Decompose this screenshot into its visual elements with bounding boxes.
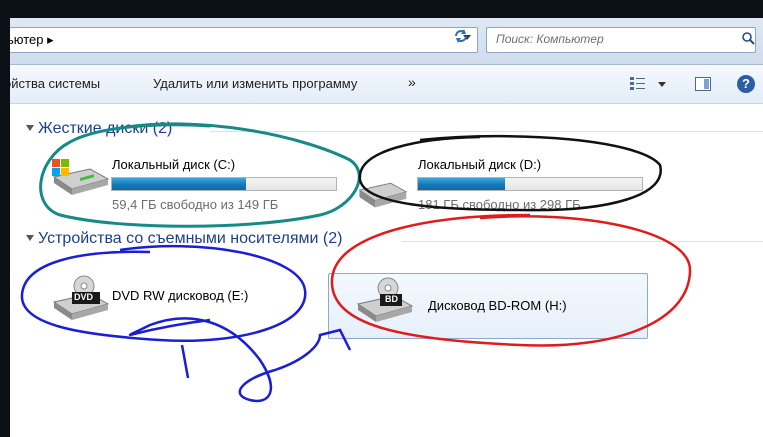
refresh-icon[interactable]	[450, 27, 472, 49]
drive-name: Локальный диск (C:)	[112, 157, 236, 172]
collapse-arrow-icon[interactable]	[26, 235, 34, 241]
uninstall-program-button[interactable]: Удалить или изменить программу	[153, 76, 357, 91]
command-bar: ойства системы Удалить или изменить прог…	[10, 65, 763, 104]
drive-usage-bar	[417, 177, 643, 191]
drive-name: DVD RW дисковод (E:)	[112, 288, 249, 303]
change-view-icon[interactable]	[630, 77, 646, 91]
search-icon[interactable]	[741, 31, 755, 45]
explorer-window: ьютер ▸ ойства системы Удалить или измен…	[10, 18, 763, 437]
bd-logo: BD	[385, 294, 398, 304]
bd-drive-icon	[356, 277, 414, 322]
drive-name: Локальный диск (D:)	[418, 157, 542, 172]
address-path[interactable]: ьютер ▸	[10, 32, 54, 48]
help-icon[interactable]: ?	[737, 75, 755, 93]
hard-drive-icon	[358, 182, 408, 208]
search-box[interactable]	[486, 27, 756, 53]
system-properties-button[interactable]: ойства системы	[10, 76, 100, 91]
group-header-hard-disks[interactable]: Жесткие диски (2)	[26, 120, 172, 138]
group-divider	[210, 131, 763, 132]
drive-usage-bar	[111, 177, 337, 191]
drive-usage-fill	[418, 178, 506, 190]
search-input[interactable]	[494, 31, 728, 47]
drive-free-space: 59,4 ГБ свободно из 149 ГБ	[112, 197, 279, 212]
drive-name: Дисковод BD-ROM (H:)	[428, 298, 567, 313]
file-list: Жесткие диски (2) Локальный диск (C:) 59…	[10, 104, 763, 437]
view-options-dropdown-icon[interactable]	[658, 82, 666, 87]
address-row: ьютер ▸	[10, 18, 763, 65]
group-divider	[402, 241, 763, 242]
toolbar-more-button[interactable]: »	[408, 74, 416, 90]
preview-pane-icon[interactable]	[695, 77, 711, 91]
group-header-removable[interactable]: Устройства со съемными носителями (2)	[26, 230, 342, 248]
collapse-arrow-icon[interactable]	[26, 125, 34, 131]
dvd-logo: DVD	[74, 292, 94, 302]
drive-free-space: 181 ГБ свободно из 298 ГБ	[418, 197, 581, 212]
windows-drive-icon	[52, 159, 110, 195]
address-bar[interactable]: ьютер ▸	[10, 27, 478, 53]
drive-usage-fill	[112, 178, 247, 190]
